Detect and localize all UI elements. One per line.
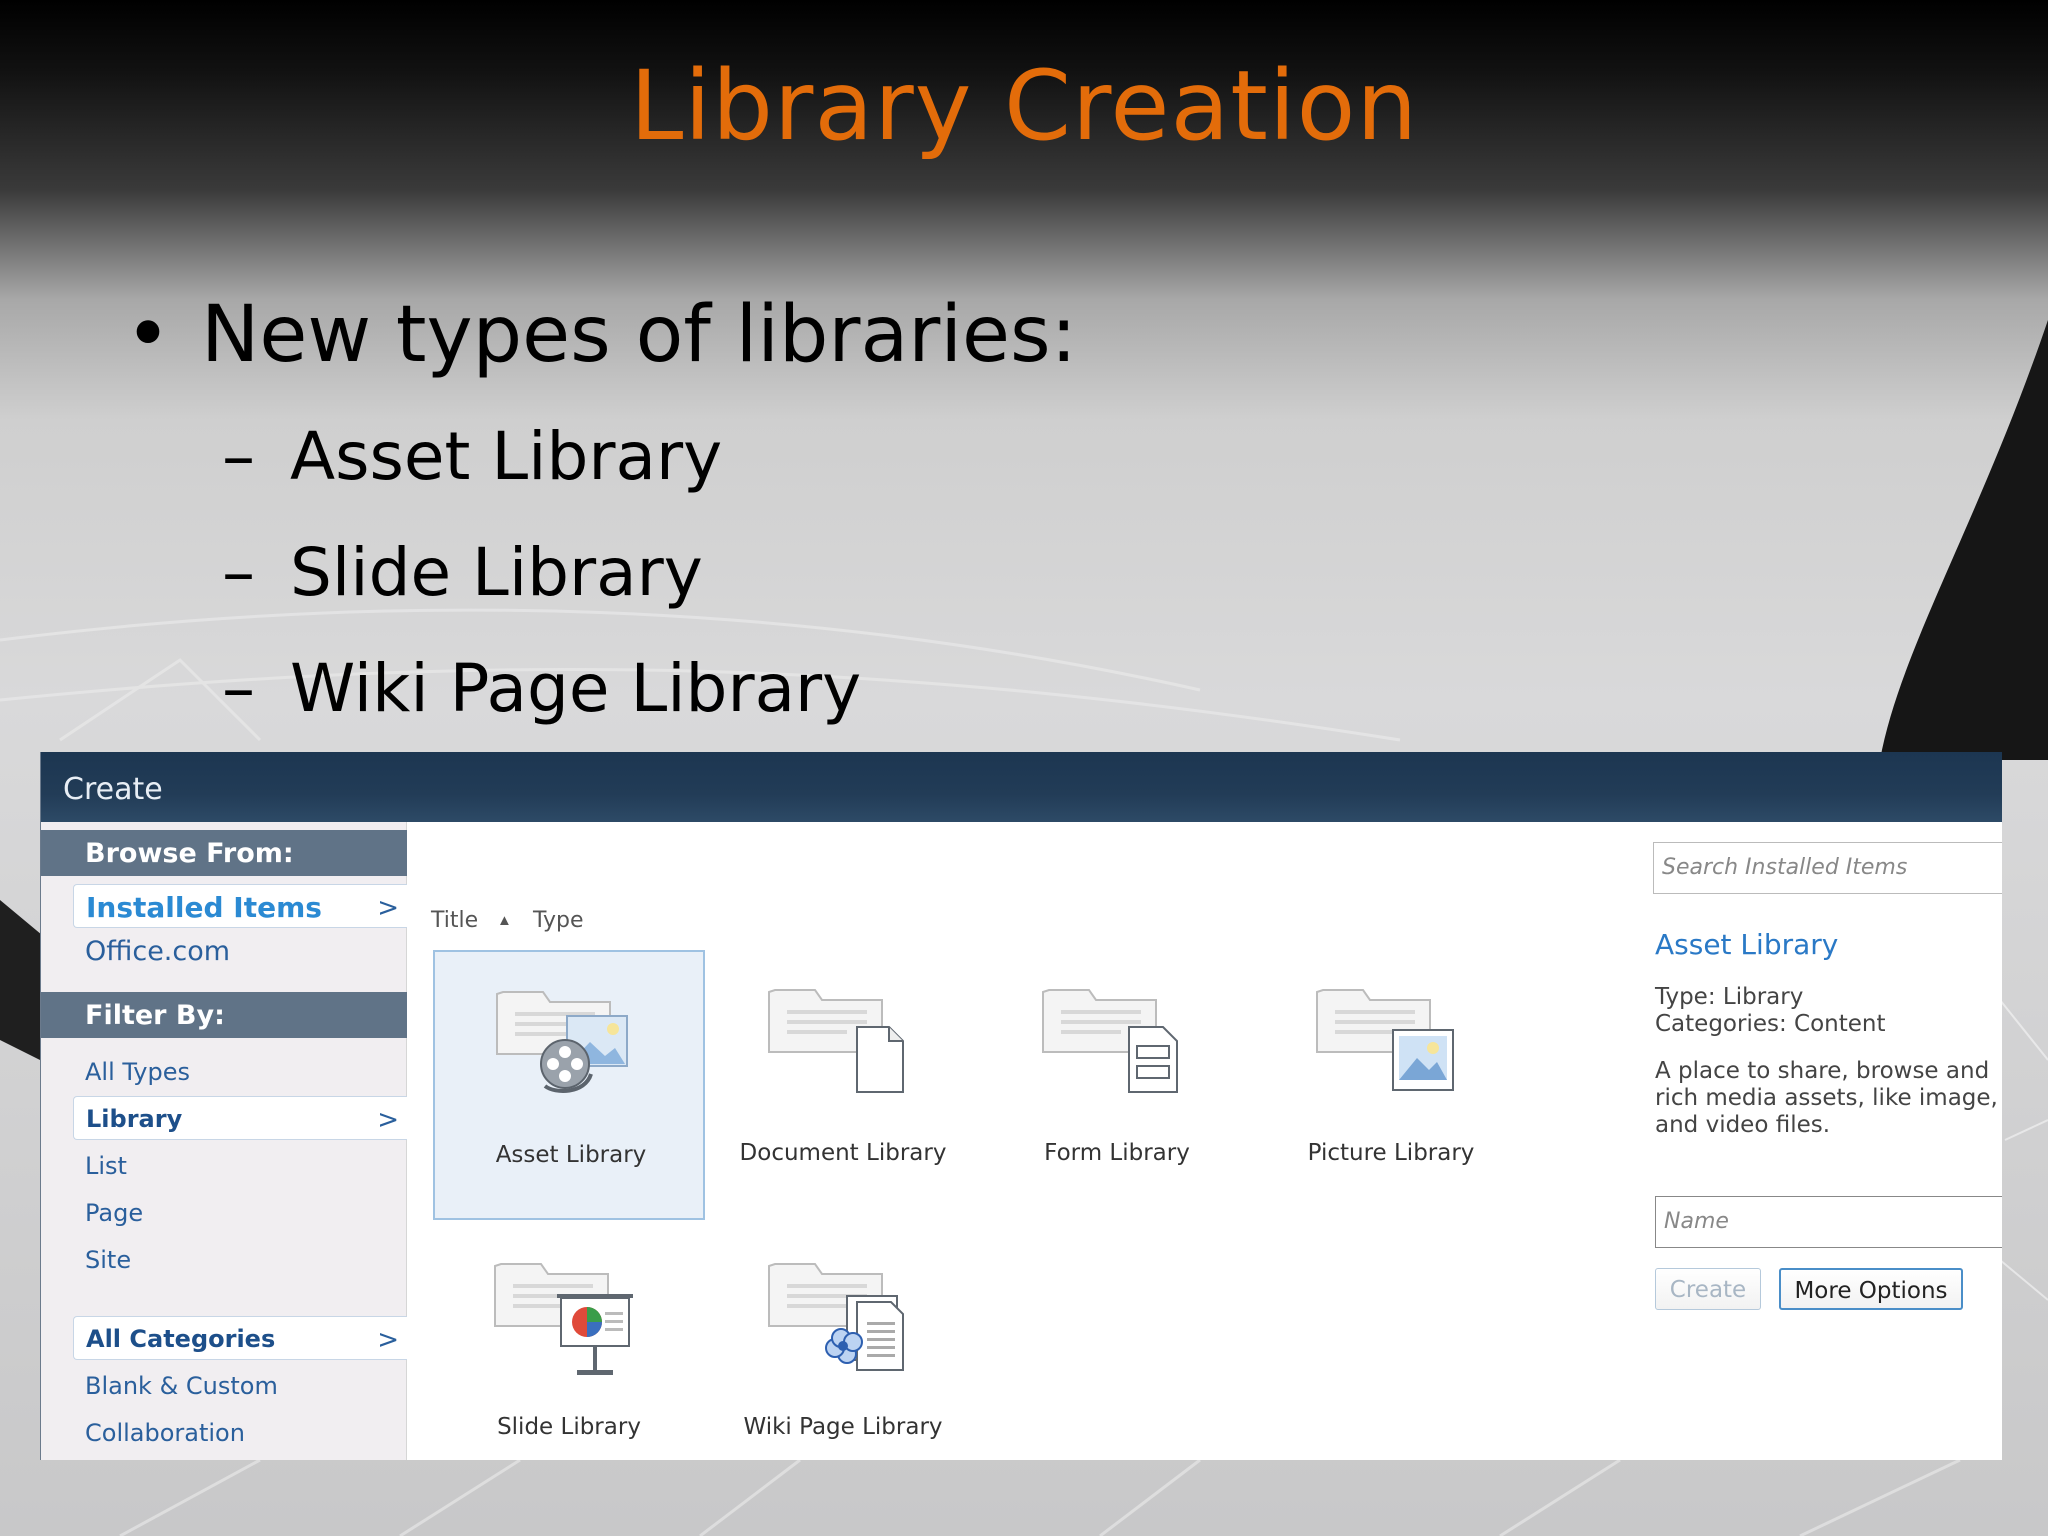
detail-description: A place to share, browse and: [1655, 1058, 1990, 1084]
asset-library-icon: [496, 991, 628, 1093]
sidebar-item-office-com[interactable]: Office.com: [85, 936, 230, 967]
more-options-button[interactable]: More Options: [1779, 1268, 1963, 1310]
dialog-title: Create: [41, 752, 2002, 822]
detail-description: rich media assets, like image,: [1655, 1085, 1998, 1111]
detail-type: Type: Library: [1655, 984, 1804, 1010]
sub-bullet-marker: –: [222, 534, 255, 611]
sub-bullet-asset: – Asset Library: [222, 418, 722, 495]
slide-library-icon: [494, 1263, 633, 1375]
wiki-page-library-icon: [768, 1263, 904, 1371]
sub-bullet-wiki: – Wiki Page Library: [222, 650, 861, 727]
tile-label: Picture Library: [1307, 1140, 1475, 1166]
sidebar-item-page[interactable]: Page: [85, 1199, 143, 1227]
sub-bullet-marker: –: [222, 418, 255, 495]
tile-document-library[interactable]: Document Library: [707, 950, 979, 1220]
sidebar-item-all-categories[interactable]: All Categories >: [73, 1316, 407, 1360]
sub-bullet-text: Wiki Page Library: [290, 650, 862, 727]
tile-label: Asset Library: [495, 1142, 647, 1168]
create-dialog: Create Browse From: Installed Items > Of…: [40, 752, 2002, 1460]
sidebar: Browse From: Installed Items > Office.co…: [41, 822, 407, 1460]
tile-slide-library[interactable]: Slide Library: [433, 1224, 705, 1460]
tile-label: Document Library: [739, 1140, 947, 1166]
tile-picture-library[interactable]: Picture Library: [1255, 950, 1527, 1220]
sidebar-item-label: All Categories: [86, 1325, 276, 1353]
sidebar-item-blank-custom[interactable]: Blank & Custom: [85, 1372, 278, 1400]
sidebar-item-installed-items[interactable]: Installed Items >: [73, 884, 407, 928]
form-library-icon: [1042, 989, 1178, 1093]
browse-from-header: Browse From:: [41, 830, 407, 876]
filter-by-header: Filter By:: [41, 992, 407, 1038]
search-input[interactable]: Search Installed Items: [1653, 842, 2002, 894]
sidebar-item-library[interactable]: Library >: [73, 1096, 407, 1140]
sidebar-item-label: Library: [86, 1105, 183, 1133]
detail-description: and video files.: [1655, 1112, 1831, 1138]
sidebar-item-list[interactable]: List: [85, 1152, 127, 1180]
chevron-right-icon: >: [377, 1325, 399, 1355]
sub-bullet-slide: – Slide Library: [222, 534, 703, 611]
tile-form-library[interactable]: Form Library: [981, 950, 1253, 1220]
sidebar-item-all-types[interactable]: All Types: [85, 1058, 190, 1086]
document-library-icon: [768, 989, 904, 1093]
bullet-text: New types of libraries:: [201, 290, 1077, 380]
sub-bullet-marker: –: [222, 650, 255, 727]
sub-bullet-text: Slide Library: [290, 534, 703, 611]
name-field[interactable]: Name: [1655, 1196, 2002, 1248]
detail-categories: Categories: Content: [1655, 1011, 1886, 1037]
sidebar-item-label: Installed Items: [86, 891, 322, 924]
tile-label: Slide Library: [497, 1414, 641, 1440]
detail-title: Asset Library: [1655, 928, 1839, 961]
column-type-header[interactable]: Type: [533, 908, 584, 933]
bullet-main: • New types of libraries:: [125, 290, 1077, 380]
bullet-marker: •: [125, 290, 172, 380]
tile-wiki-page-library[interactable]: Wiki Page Library: [707, 1224, 979, 1460]
column-title-header[interactable]: Title: [431, 908, 478, 933]
chevron-right-icon: >: [377, 1105, 399, 1135]
tile-label: Wiki Page Library: [743, 1414, 943, 1440]
tile-asset-library[interactable]: Asset Library: [433, 950, 705, 1220]
sort-ascending-icon: ▲: [497, 912, 512, 929]
tile-label: Form Library: [1044, 1140, 1190, 1166]
sub-bullet-text: Asset Library: [290, 418, 723, 495]
create-button[interactable]: Create: [1655, 1268, 1761, 1310]
chevron-right-icon: >: [377, 893, 399, 923]
sidebar-item-collaboration[interactable]: Collaboration: [85, 1419, 245, 1447]
picture-library-icon: [1316, 989, 1454, 1091]
sidebar-item-site[interactable]: Site: [85, 1246, 131, 1274]
slide-title: Library Creation: [629, 50, 1419, 162]
